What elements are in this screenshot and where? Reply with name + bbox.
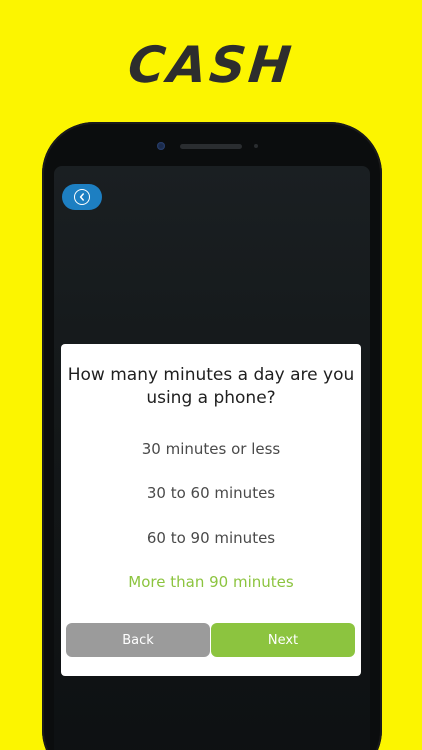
app-store-screenshot: CASH How many minutes a day are you usin… [0,0,422,750]
earpiece-speaker [180,144,242,149]
next-button[interactable]: Next [211,623,355,657]
front-camera [157,142,165,150]
quiz-option-3[interactable]: 60 to 90 minutes [61,529,361,547]
chevron-left-circle-icon [74,189,90,205]
quiz-dialog: How many minutes a day are you using a p… [61,344,361,676]
proximity-sensor [254,144,258,148]
quiz-option-2[interactable]: 30 to 60 minutes [61,484,361,502]
back-nav-button[interactable] [62,184,102,210]
quiz-question: How many minutes a day are you using a p… [67,365,355,408]
back-button[interactable]: Back [66,623,210,657]
brand-title: CASH [125,36,297,94]
quiz-option-4[interactable]: More than 90 minutes [61,573,361,591]
quiz-option-1[interactable]: 30 minutes or less [61,440,361,458]
